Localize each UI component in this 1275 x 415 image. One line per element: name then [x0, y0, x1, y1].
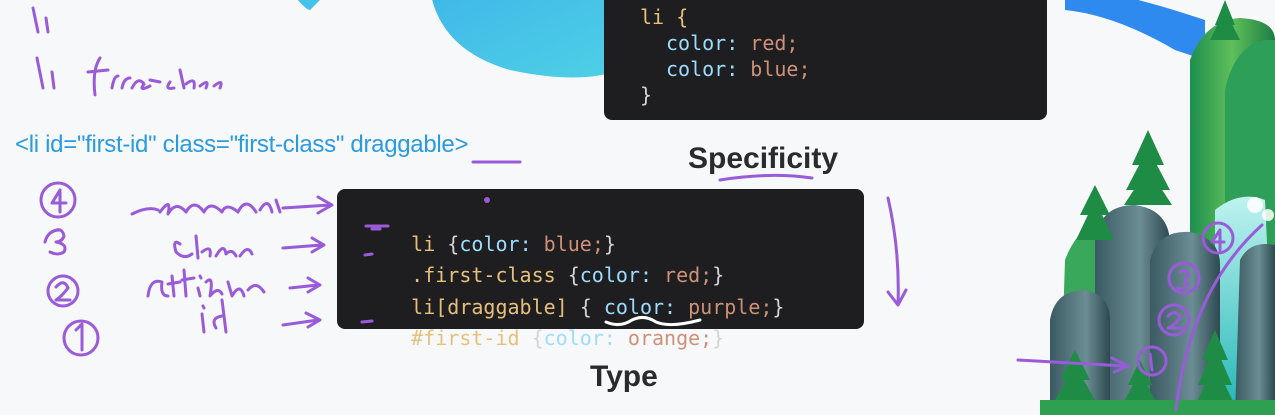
code-selector: li { [640, 5, 689, 29]
forest-illustration [1040, 0, 1275, 415]
code-value: orange; [615, 326, 713, 350]
code-selector: #first-id [411, 326, 520, 350]
code-property: color: [666, 57, 739, 81]
code-block-specificity: li {color: blue;} .first-class {color: r… [337, 189, 864, 350]
code-brace: { [519, 326, 544, 350]
code-brace: } [640, 83, 653, 107]
decorative-blob [297, 0, 620, 78]
code-value: blue; [738, 57, 811, 81]
code-property: color: [543, 326, 616, 350]
specificity-title: Specificity [688, 142, 839, 175]
html-example: <li id="first-id" class="first-class" dr… [15, 131, 469, 158]
code-line: #first-id {color: orange;} [363, 292, 724, 387]
code-brace: } [772, 294, 785, 319]
code-block-cascade: li { color: red; color: blue; } [604, 0, 1047, 120]
code-value: red; [738, 31, 799, 55]
code-property: color: [666, 31, 739, 55]
code-brace: } [712, 326, 725, 350]
